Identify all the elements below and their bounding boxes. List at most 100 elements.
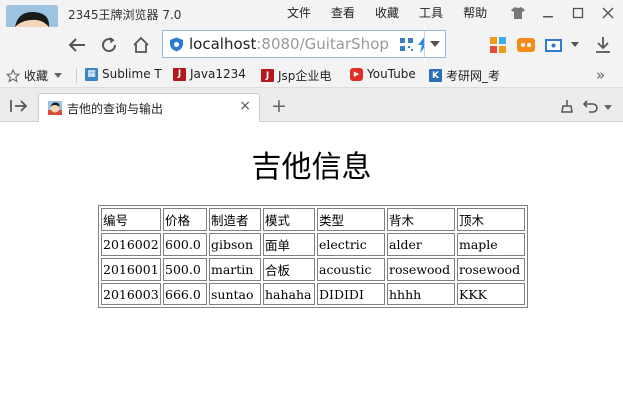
close-tab-icon[interactable]: ×: [239, 98, 251, 114]
header-cell: 类型: [317, 208, 385, 231]
minimize-button[interactable]: [533, 0, 563, 26]
sublime-icon: ▦: [85, 67, 98, 81]
favicon-avatar-icon: [48, 101, 62, 115]
table-cell: 600.0: [163, 233, 207, 256]
bookmark-label: Jsp企业电: [278, 69, 332, 83]
qr-code-icon[interactable]: [400, 38, 413, 51]
home-icon: [133, 36, 149, 53]
menu-help[interactable]: 帮助: [463, 4, 487, 21]
back-arrow-icon: [68, 38, 85, 52]
table-cell: KKK: [457, 283, 525, 305]
tab-title: 吉他的查询与输出: [67, 102, 164, 116]
favorites-label: 收藏: [24, 69, 49, 83]
youtube-icon: ▶: [350, 67, 363, 81]
clean-broom-icon[interactable]: [560, 99, 574, 113]
shield-icon: [170, 37, 183, 52]
bookmarks-bar: 收藏 ▦ Sublime T J Java1234 J Jsp企业电 ▶ You…: [0, 63, 623, 88]
navigation-toolbar: localhost:8080/GuitarShop: [0, 27, 623, 63]
table-row: 2016003 666.0 suntao hahaha DIDIDI hhhh …: [101, 283, 525, 305]
menu-bar: 文件 查看 收藏 工具 帮助: [287, 4, 487, 21]
page-content: 吉他信息 编号 价格 制造者 模式 类型 背木 顶木 2016002 600.0…: [0, 122, 623, 410]
apps-grid-icon[interactable]: [488, 35, 508, 55]
table-cell: maple: [457, 233, 525, 256]
star-icon: [6, 68, 20, 83]
table-row: 2016001 500.0 martin 合板 acoustic rosewoo…: [101, 258, 525, 281]
screenshot-icon[interactable]: [544, 35, 564, 55]
table-cell: DIDIDI: [317, 283, 385, 305]
table-cell: hahaha: [263, 283, 315, 305]
screenshot-dropdown-icon[interactable]: [571, 42, 579, 47]
table-cell: rosewood: [387, 258, 455, 281]
table-cell: electric: [317, 233, 385, 256]
table-cell: 合板: [263, 258, 315, 281]
new-tab-button[interactable]: +: [271, 95, 287, 117]
favorites-menu[interactable]: 收藏: [6, 67, 63, 84]
reload-button[interactable]: [98, 34, 120, 56]
table-cell: martin: [209, 258, 261, 281]
table-cell: 2016003: [101, 283, 161, 305]
chevron-down-icon: [430, 41, 440, 47]
bookmark-youtube[interactable]: ▶ YouTube: [350, 67, 416, 81]
sidebar-toggle-icon[interactable]: [10, 99, 28, 113]
tab-guitar-query[interactable]: 吉他的查询与输出 ×: [38, 93, 260, 122]
bookmark-label: YouTube: [367, 67, 416, 81]
page-title: 吉他信息: [251, 150, 372, 185]
table-cell: gibson: [209, 233, 261, 256]
url-path: :8080/GuitarShop: [256, 35, 389, 53]
bookmark-label: Java1234: [190, 67, 246, 81]
table-cell: acoustic: [317, 258, 385, 281]
table-cell: rosewood: [457, 258, 525, 281]
guitar-table: 编号 价格 制造者 模式 类型 背木 顶木 2016002 600.0 gibs…: [98, 205, 528, 308]
table-cell: 面单: [263, 233, 315, 256]
bookmark-label: Sublime T: [102, 67, 162, 81]
table-cell: 666.0: [163, 283, 207, 305]
header-cell: 编号: [101, 208, 161, 231]
reload-icon: [102, 37, 117, 53]
bookmark-java1234[interactable]: J Java1234: [173, 67, 246, 81]
table-cell: alder: [387, 233, 455, 256]
header-cell: 制造者: [209, 208, 261, 231]
table-cell: 2016002: [101, 233, 161, 256]
close-button[interactable]: [593, 0, 623, 26]
bookmark-jsp[interactable]: J Jsp企业电: [261, 67, 331, 84]
maximize-button[interactable]: [563, 0, 593, 26]
bookmark-kaoyan[interactable]: K 考研网_考: [429, 67, 500, 84]
header-cell: 价格: [163, 208, 207, 231]
menu-view[interactable]: 查看: [331, 4, 355, 21]
game-icon[interactable]: [516, 35, 536, 55]
menu-favorites[interactable]: 收藏: [375, 4, 399, 21]
table-cell: hhhh: [387, 283, 455, 305]
url-host: localhost: [189, 35, 257, 53]
undo-icon[interactable]: [583, 99, 599, 113]
jsp-icon: J: [261, 69, 274, 82]
download-icon[interactable]: [593, 35, 613, 55]
table-cell: 2016001: [101, 258, 161, 281]
bookmark-label: 考研网_考: [446, 69, 501, 83]
more-bookmarks-icon[interactable]: »: [596, 66, 605, 84]
address-dropdown-button[interactable]: [424, 30, 446, 58]
app-title: 2345王牌浏览器 7.0: [68, 8, 182, 22]
header-cell: 模式: [263, 208, 315, 231]
divider: [76, 68, 77, 83]
header-cell: 背木: [387, 208, 455, 231]
chevron-down-icon: [54, 73, 63, 78]
address-bar[interactable]: localhost:8080/GuitarShop: [162, 30, 446, 58]
header-cell: 顶木: [457, 208, 525, 231]
menu-file[interactable]: 文件: [287, 4, 311, 21]
table-header-row: 编号 价格 制造者 模式 类型 背木 顶木: [101, 208, 525, 231]
tab-strip: 吉他的查询与输出 × +: [0, 88, 623, 122]
window-controls: [503, 0, 623, 26]
table-row: 2016002 600.0 gibson 面单 electric alder m…: [101, 233, 525, 256]
shirt-icon[interactable]: [503, 0, 533, 26]
url-text: localhost:8080/GuitarShop: [189, 35, 389, 53]
kaoyan-icon: K: [429, 69, 442, 82]
table-cell: suntao: [209, 283, 261, 305]
back-button[interactable]: [66, 34, 88, 56]
bookmark-sublime[interactable]: ▦ Sublime T: [85, 67, 162, 81]
java1234-icon: J: [173, 67, 186, 81]
title-bar: 2345王牌浏览器 7.0 文件 查看 收藏 工具 帮助: [0, 0, 623, 27]
home-button[interactable]: [130, 34, 152, 56]
table-cell: 500.0: [163, 258, 207, 281]
undo-dropdown-icon[interactable]: [604, 105, 612, 110]
menu-tools[interactable]: 工具: [419, 4, 443, 21]
